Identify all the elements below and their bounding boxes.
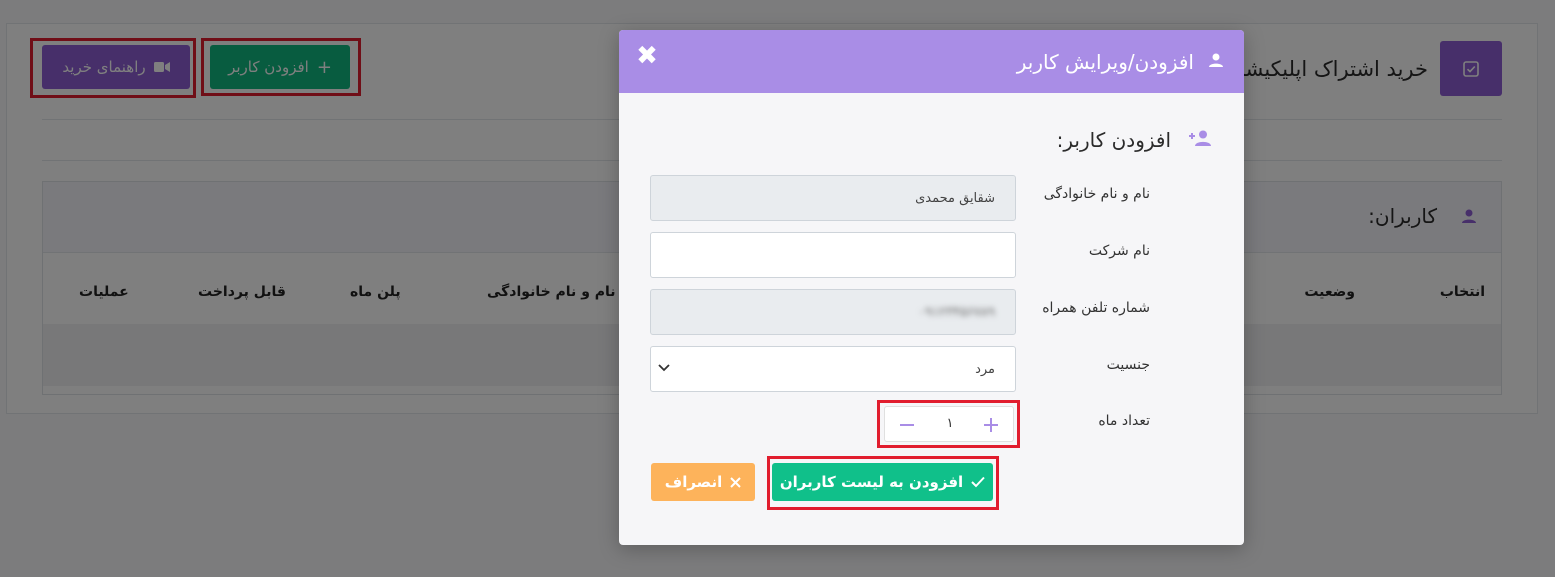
section-title: افزودن کاربر: [1056,128,1171,152]
add-to-users-list-button[interactable]: افزودن به لیست کاربران [772,463,993,501]
add-to-users-list-label: افزودن به لیست کاربران [779,473,964,491]
close-icon[interactable]: ✖ [635,43,659,69]
company-field[interactable] [650,232,1016,278]
phone-label: شماره تلفن همراه [1042,300,1150,316]
gender-select[interactable]: مرد [650,346,1016,392]
full-name-label: نام و نام خانوادگی [1043,186,1150,202]
full-name-field[interactable]: شقایق محمدی [650,175,1016,221]
phone-value: ۰۹۱۲۳۴۵۶۷۸۹ [918,304,995,320]
modal-title: افزودن/ویرایش کاربر [1016,50,1194,74]
months-label: تعداد ماه [1098,413,1150,429]
modal-header: ✖ افزودن/ویرایش کاربر [619,30,1244,93]
full-name-value: شقایق محمدی [915,190,995,206]
cancel-button[interactable]: انصراف [651,463,755,501]
check-icon [971,476,985,488]
gender-label: جنسیت [1106,357,1150,373]
months-stepper[interactable]: ۱ [884,406,1014,442]
months-value: ۱ [946,416,954,431]
plus-icon [984,418,998,432]
add-user-icon [1189,130,1211,146]
chevron-down-icon [658,364,670,372]
decrement-button[interactable] [893,411,921,439]
phone-field[interactable]: ۰۹۱۲۳۴۵۶۷۸۹ [650,289,1016,335]
close-icon [730,476,741,488]
company-label: نام شرکت [1088,243,1150,259]
increment-button[interactable] [977,411,1005,439]
user-icon [1209,53,1223,67]
user-modal: ✖ افزودن/ویرایش کاربر افزودن کاربر: نام … [619,30,1244,545]
minus-icon [900,424,914,426]
cancel-label: انصراف [664,473,723,491]
gender-value: مرد [975,361,995,377]
